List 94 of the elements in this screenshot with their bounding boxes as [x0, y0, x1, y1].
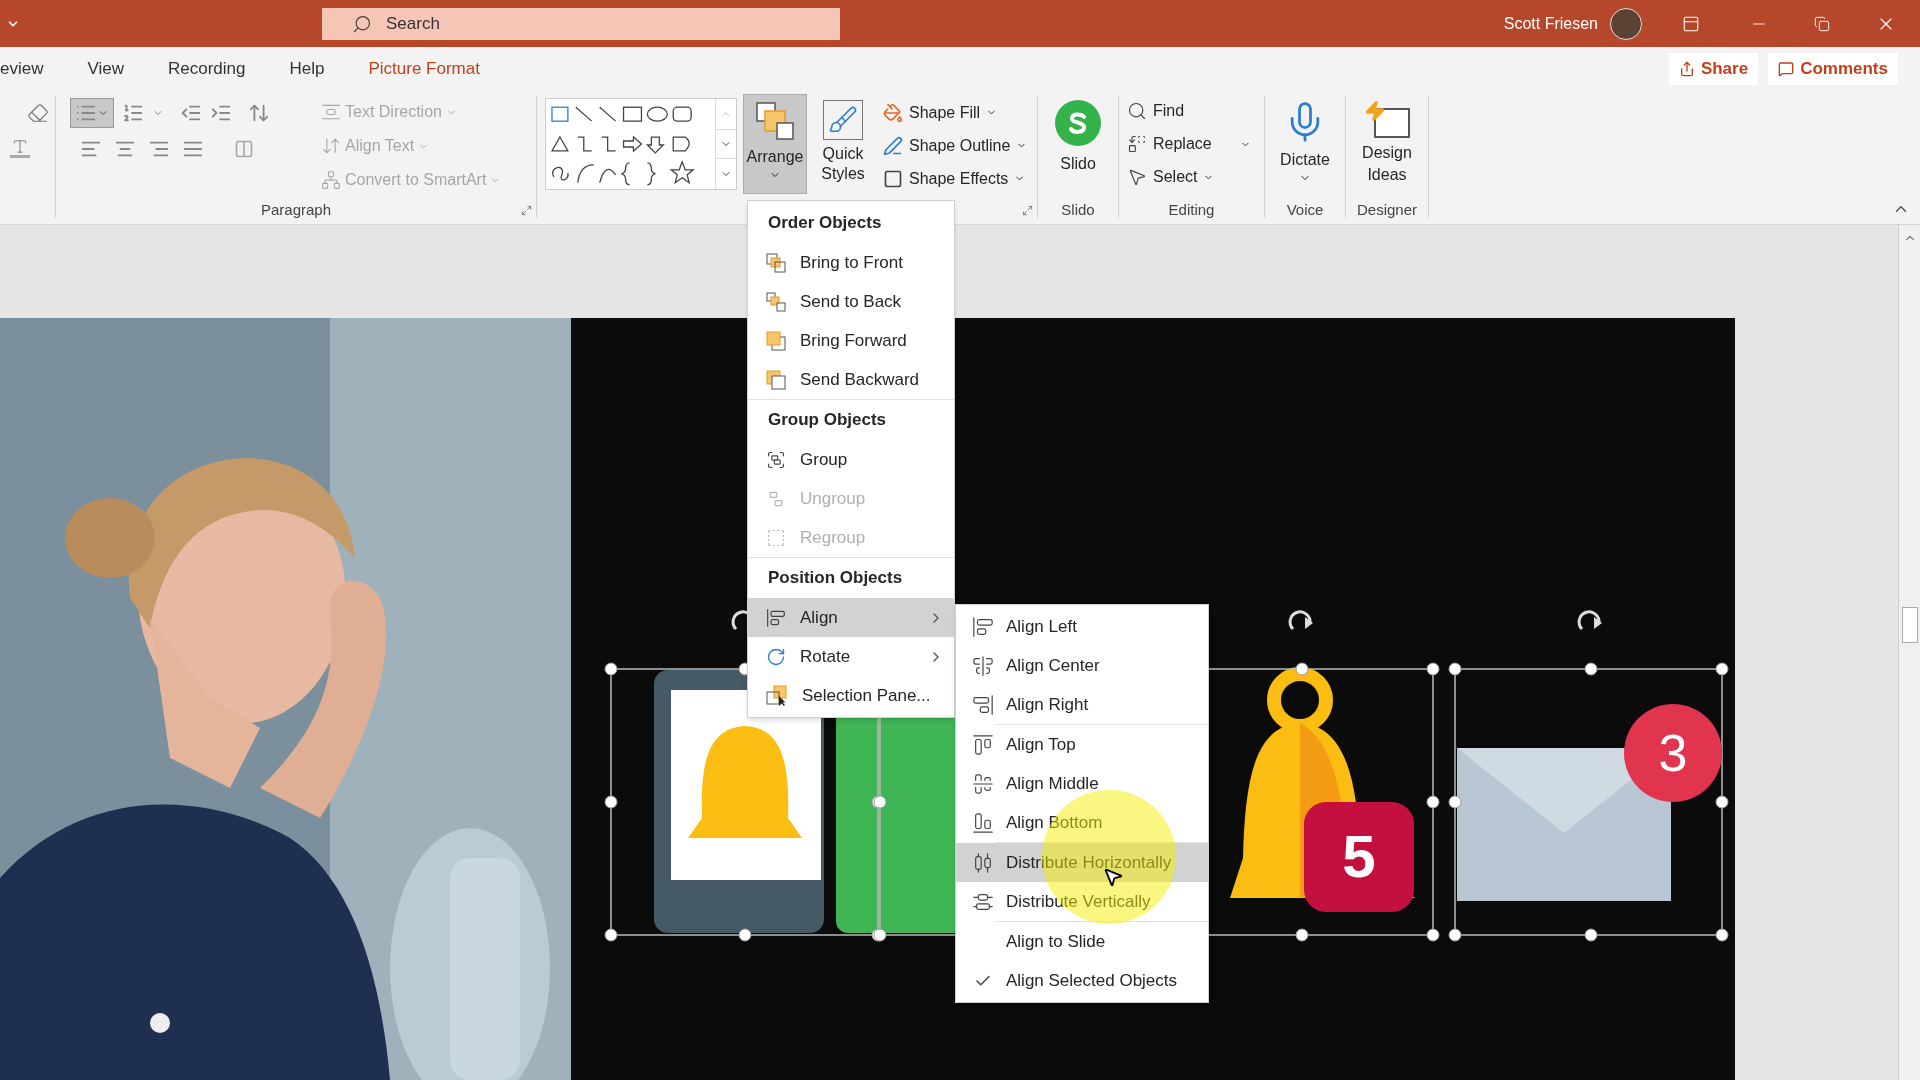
arrange-button[interactable]: Arrange: [743, 94, 807, 194]
align-right-icon: [972, 693, 994, 716]
menu-item[interactable]: Align to Slide: [956, 922, 1208, 961]
scroll-thumb[interactable]: [1901, 607, 1918, 643]
editing-command[interactable]: Find: [1127, 96, 1264, 126]
group-label: Editing: [1168, 199, 1215, 220]
align-center-icon: [972, 654, 994, 677]
menu-item[interactable]: Send to Back: [748, 282, 954, 321]
menu-item[interactable]: Align Middle: [956, 764, 1208, 803]
brush-icon: [823, 100, 863, 140]
menu-item[interactable]: Align Selected Objects: [956, 961, 1208, 1000]
group-label: Voice: [1286, 199, 1324, 220]
menu-item[interactable]: Align Top: [956, 725, 1208, 764]
font-color-icon[interactable]: [9, 138, 30, 158]
menu-item[interactable]: Align: [748, 598, 954, 637]
share-button[interactable]: Share: [1668, 52, 1759, 85]
search-icon: [352, 13, 372, 34]
shape-effects-icon: [883, 168, 903, 189]
clear-formatting-icon[interactable]: [26, 102, 49, 124]
smartart-icon: [321, 170, 341, 190]
menu-heading: Order Objects: [767, 212, 883, 235]
bring-to-front-icon: [766, 252, 786, 273]
align-bottom-icon: [972, 811, 994, 834]
align-text-icon: [321, 136, 341, 156]
paint-bucket-icon: [883, 102, 903, 123]
menu-item[interactable]: Selection Pane...: [748, 676, 954, 715]
regroup-icon: [766, 527, 786, 548]
numbering-icon[interactable]: [122, 102, 144, 124]
columns-icon[interactable]: [234, 139, 254, 159]
scroll-down-icon[interactable]: [716, 129, 736, 159]
pen-icon: [883, 135, 903, 156]
bring-forward-icon: [766, 330, 786, 351]
ribbon-tab[interactable]: View: [87, 47, 124, 90]
comments-button[interactable]: Comments: [1768, 52, 1898, 85]
send-backward-icon: [766, 369, 786, 390]
ribbon-display-icon[interactable]: [1682, 14, 1700, 33]
menu-item[interactable]: Distribute Horizontally: [956, 843, 1208, 882]
ribbon-tab[interactable]: eview: [0, 47, 44, 90]
avatar[interactable]: [1610, 7, 1642, 40]
line-spacing-icon[interactable]: [248, 102, 270, 124]
group-icon: [766, 449, 786, 470]
vertical-scrollbar[interactable]: [1898, 225, 1920, 1080]
quick-styles-button[interactable]: Quick Styles: [813, 94, 873, 194]
editing-command[interactable]: Select: [1127, 162, 1264, 192]
share-icon: [1678, 60, 1695, 77]
design-ideas-button[interactable]: Design Ideas: [1346, 90, 1428, 196]
comment-icon: [1778, 60, 1795, 77]
menu-item[interactable]: Align Center: [956, 646, 1208, 685]
shape-command[interactable]: Shape Outline: [883, 131, 1028, 160]
menu-item[interactable]: Bring to Front: [748, 243, 954, 282]
shape-command[interactable]: Shape Fill: [883, 98, 1028, 127]
distribute-horizontally-icon: [972, 851, 994, 874]
selection-pane-icon: [766, 684, 788, 707]
count-badge: 5: [1304, 802, 1414, 912]
send-to-back-icon: [766, 291, 786, 312]
pointer-icon: [1127, 167, 1147, 187]
text-direction-icon: [321, 102, 341, 122]
bullets-button[interactable]: [70, 98, 114, 128]
arrange-icon: [755, 101, 795, 141]
user-name: Scott Friesen: [1503, 13, 1598, 34]
ribbon-tab[interactable]: Picture Format: [368, 47, 480, 90]
menu-item[interactable]: Align Right: [956, 685, 1208, 724]
menu-item[interactable]: Align Left: [956, 607, 1208, 646]
group-label: Designer: [1357, 199, 1417, 220]
restore-icon[interactable]: [1814, 15, 1830, 32]
selection-frame[interactable]: [1448, 610, 1729, 942]
menu-item[interactable]: Align Bottom: [956, 803, 1208, 842]
align-top-icon: [972, 733, 994, 756]
group-label: Slido: [1061, 199, 1095, 220]
menu-heading: Group Objects: [767, 409, 888, 432]
slido-button[interactable]: Slido: [1038, 90, 1118, 196]
menu-item[interactable]: Bring Forward: [748, 321, 954, 360]
editing-command[interactable]: Replace: [1127, 129, 1264, 159]
group-label: Paragraph: [260, 199, 332, 220]
menu-item[interactable]: Group: [748, 440, 954, 479]
align-middle-icon: [972, 772, 994, 795]
slido-logo-icon: [1055, 100, 1101, 146]
menu-heading: Position Objects: [767, 567, 904, 590]
align-left-icon: [766, 607, 786, 628]
search-icon: [1127, 101, 1147, 121]
align-left-icon: [972, 615, 994, 638]
dictate-button[interactable]: Dictate: [1265, 90, 1345, 196]
shape-command[interactable]: Shape Effects: [883, 164, 1028, 193]
dialog-launcher-icon[interactable]: [1022, 204, 1033, 216]
menu-item[interactable]: Send Backward: [748, 360, 954, 399]
search-field[interactable]: Search: [322, 7, 840, 40]
replace-icon: [1127, 134, 1147, 154]
ribbon-tab[interactable]: Recording: [168, 47, 246, 90]
design-ideas-icon: [1364, 98, 1410, 138]
ribbon-tab[interactable]: Help: [289, 47, 325, 90]
menu-item[interactable]: Rotate: [748, 637, 954, 676]
count-badge: 3: [1624, 704, 1722, 802]
dialog-launcher-icon[interactable]: [521, 204, 532, 216]
rotate-icon: [766, 646, 786, 667]
